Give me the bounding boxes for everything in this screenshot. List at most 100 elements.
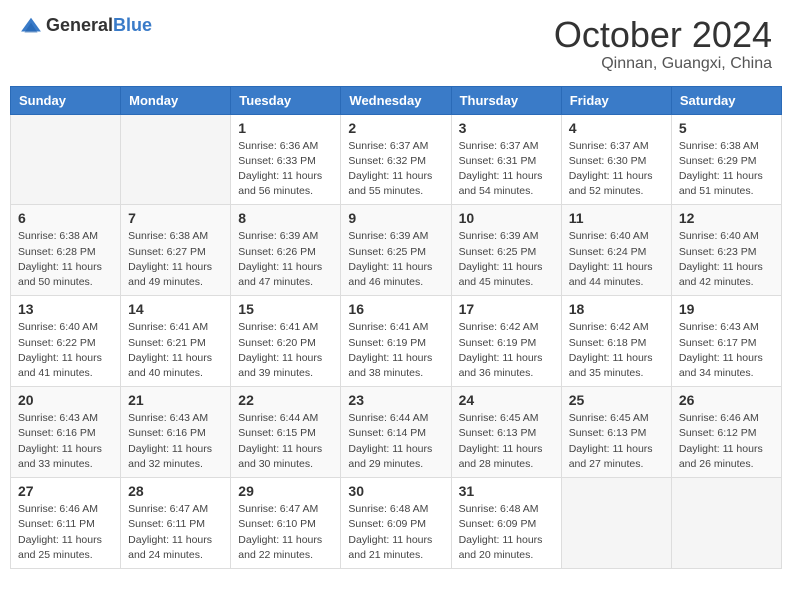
day-number: 8	[238, 210, 333, 226]
calendar-cell: 29 Sunrise: 6:47 AMSunset: 6:10 PMDaylig…	[231, 478, 341, 569]
calendar-cell: 7 Sunrise: 6:38 AMSunset: 6:27 PMDayligh…	[121, 205, 231, 296]
title-block: October 2024 Qinnan, Guangxi, China	[554, 15, 772, 73]
calendar-cell: 25 Sunrise: 6:45 AMSunset: 6:13 PMDaylig…	[561, 387, 671, 478]
day-number: 28	[128, 483, 223, 499]
day-number: 5	[679, 120, 774, 136]
calendar-cell: 18 Sunrise: 6:42 AMSunset: 6:18 PMDaylig…	[561, 296, 671, 387]
calendar-cell: 4 Sunrise: 6:37 AMSunset: 6:30 PMDayligh…	[561, 114, 671, 205]
location-title: Qinnan, Guangxi, China	[554, 55, 772, 73]
calendar-table: SundayMondayTuesdayWednesdayThursdayFrid…	[10, 86, 782, 569]
day-number: 1	[238, 120, 333, 136]
calendar-cell: 19 Sunrise: 6:43 AMSunset: 6:17 PMDaylig…	[671, 296, 781, 387]
day-number: 25	[569, 392, 664, 408]
calendar-cell	[671, 478, 781, 569]
day-info: Sunrise: 6:43 AMSunset: 6:16 PMDaylight:…	[18, 411, 113, 472]
logo-text-blue: Blue	[113, 15, 152, 35]
day-info: Sunrise: 6:48 AMSunset: 6:09 PMDaylight:…	[348, 502, 443, 563]
calendar-cell: 28 Sunrise: 6:47 AMSunset: 6:11 PMDaylig…	[121, 478, 231, 569]
logo-icon	[20, 15, 42, 37]
calendar-cell: 17 Sunrise: 6:42 AMSunset: 6:19 PMDaylig…	[451, 296, 561, 387]
day-info: Sunrise: 6:39 AMSunset: 6:25 PMDaylight:…	[348, 229, 443, 290]
day-info: Sunrise: 6:42 AMSunset: 6:19 PMDaylight:…	[459, 320, 554, 381]
day-info: Sunrise: 6:43 AMSunset: 6:16 PMDaylight:…	[128, 411, 223, 472]
calendar-week-row: 13 Sunrise: 6:40 AMSunset: 6:22 PMDaylig…	[11, 296, 782, 387]
day-number: 17	[459, 301, 554, 317]
calendar-header-wednesday: Wednesday	[341, 86, 451, 114]
day-info: Sunrise: 6:43 AMSunset: 6:17 PMDaylight:…	[679, 320, 774, 381]
day-number: 15	[238, 301, 333, 317]
calendar-cell	[11, 114, 121, 205]
day-info: Sunrise: 6:45 AMSunset: 6:13 PMDaylight:…	[459, 411, 554, 472]
calendar-cell: 1 Sunrise: 6:36 AMSunset: 6:33 PMDayligh…	[231, 114, 341, 205]
calendar-cell: 10 Sunrise: 6:39 AMSunset: 6:25 PMDaylig…	[451, 205, 561, 296]
day-number: 24	[459, 392, 554, 408]
day-info: Sunrise: 6:48 AMSunset: 6:09 PMDaylight:…	[459, 502, 554, 563]
calendar-week-row: 6 Sunrise: 6:38 AMSunset: 6:28 PMDayligh…	[11, 205, 782, 296]
day-number: 30	[348, 483, 443, 499]
day-number: 6	[18, 210, 113, 226]
day-number: 21	[128, 392, 223, 408]
calendar-cell: 5 Sunrise: 6:38 AMSunset: 6:29 PMDayligh…	[671, 114, 781, 205]
day-number: 29	[238, 483, 333, 499]
day-info: Sunrise: 6:44 AMSunset: 6:14 PMDaylight:…	[348, 411, 443, 472]
calendar-cell: 15 Sunrise: 6:41 AMSunset: 6:20 PMDaylig…	[231, 296, 341, 387]
day-info: Sunrise: 6:41 AMSunset: 6:19 PMDaylight:…	[348, 320, 443, 381]
day-info: Sunrise: 6:40 AMSunset: 6:23 PMDaylight:…	[679, 229, 774, 290]
calendar-header-monday: Monday	[121, 86, 231, 114]
day-info: Sunrise: 6:38 AMSunset: 6:29 PMDaylight:…	[679, 139, 774, 200]
calendar-week-row: 27 Sunrise: 6:46 AMSunset: 6:11 PMDaylig…	[11, 478, 782, 569]
day-info: Sunrise: 6:47 AMSunset: 6:10 PMDaylight:…	[238, 502, 333, 563]
day-number: 14	[128, 301, 223, 317]
day-info: Sunrise: 6:41 AMSunset: 6:20 PMDaylight:…	[238, 320, 333, 381]
day-number: 12	[679, 210, 774, 226]
calendar-header-row: SundayMondayTuesdayWednesdayThursdayFrid…	[11, 86, 782, 114]
day-number: 3	[459, 120, 554, 136]
day-number: 22	[238, 392, 333, 408]
calendar-cell: 2 Sunrise: 6:37 AMSunset: 6:32 PMDayligh…	[341, 114, 451, 205]
calendar-cell: 24 Sunrise: 6:45 AMSunset: 6:13 PMDaylig…	[451, 387, 561, 478]
calendar-cell: 31 Sunrise: 6:48 AMSunset: 6:09 PMDaylig…	[451, 478, 561, 569]
calendar-cell: 30 Sunrise: 6:48 AMSunset: 6:09 PMDaylig…	[341, 478, 451, 569]
calendar-cell: 26 Sunrise: 6:46 AMSunset: 6:12 PMDaylig…	[671, 387, 781, 478]
day-number: 19	[679, 301, 774, 317]
calendar-header-sunday: Sunday	[11, 86, 121, 114]
calendar-cell: 14 Sunrise: 6:41 AMSunset: 6:21 PMDaylig…	[121, 296, 231, 387]
calendar-cell: 8 Sunrise: 6:39 AMSunset: 6:26 PMDayligh…	[231, 205, 341, 296]
calendar-header-thursday: Thursday	[451, 86, 561, 114]
month-title: October 2024	[554, 15, 772, 55]
day-info: Sunrise: 6:37 AMSunset: 6:32 PMDaylight:…	[348, 139, 443, 200]
day-info: Sunrise: 6:46 AMSunset: 6:11 PMDaylight:…	[18, 502, 113, 563]
calendar-cell	[561, 478, 671, 569]
calendar-cell: 9 Sunrise: 6:39 AMSunset: 6:25 PMDayligh…	[341, 205, 451, 296]
day-number: 27	[18, 483, 113, 499]
day-number: 18	[569, 301, 664, 317]
day-info: Sunrise: 6:39 AMSunset: 6:25 PMDaylight:…	[459, 229, 554, 290]
calendar-cell: 12 Sunrise: 6:40 AMSunset: 6:23 PMDaylig…	[671, 205, 781, 296]
day-number: 4	[569, 120, 664, 136]
day-info: Sunrise: 6:40 AMSunset: 6:22 PMDaylight:…	[18, 320, 113, 381]
day-number: 11	[569, 210, 664, 226]
calendar-cell: 20 Sunrise: 6:43 AMSunset: 6:16 PMDaylig…	[11, 387, 121, 478]
calendar-cell: 13 Sunrise: 6:40 AMSunset: 6:22 PMDaylig…	[11, 296, 121, 387]
day-info: Sunrise: 6:36 AMSunset: 6:33 PMDaylight:…	[238, 139, 333, 200]
logo-text-general: General	[46, 15, 113, 35]
calendar-cell: 23 Sunrise: 6:44 AMSunset: 6:14 PMDaylig…	[341, 387, 451, 478]
day-info: Sunrise: 6:38 AMSunset: 6:27 PMDaylight:…	[128, 229, 223, 290]
day-number: 9	[348, 210, 443, 226]
day-info: Sunrise: 6:42 AMSunset: 6:18 PMDaylight:…	[569, 320, 664, 381]
calendar-cell: 3 Sunrise: 6:37 AMSunset: 6:31 PMDayligh…	[451, 114, 561, 205]
day-info: Sunrise: 6:39 AMSunset: 6:26 PMDaylight:…	[238, 229, 333, 290]
day-number: 10	[459, 210, 554, 226]
logo: GeneralBlue	[20, 15, 152, 37]
day-info: Sunrise: 6:38 AMSunset: 6:28 PMDaylight:…	[18, 229, 113, 290]
day-info: Sunrise: 6:40 AMSunset: 6:24 PMDaylight:…	[569, 229, 664, 290]
day-info: Sunrise: 6:46 AMSunset: 6:12 PMDaylight:…	[679, 411, 774, 472]
calendar-cell: 16 Sunrise: 6:41 AMSunset: 6:19 PMDaylig…	[341, 296, 451, 387]
day-number: 2	[348, 120, 443, 136]
day-number: 13	[18, 301, 113, 317]
calendar-cell	[121, 114, 231, 205]
calendar-cell: 11 Sunrise: 6:40 AMSunset: 6:24 PMDaylig…	[561, 205, 671, 296]
day-info: Sunrise: 6:37 AMSunset: 6:31 PMDaylight:…	[459, 139, 554, 200]
day-number: 16	[348, 301, 443, 317]
calendar-cell: 27 Sunrise: 6:46 AMSunset: 6:11 PMDaylig…	[11, 478, 121, 569]
